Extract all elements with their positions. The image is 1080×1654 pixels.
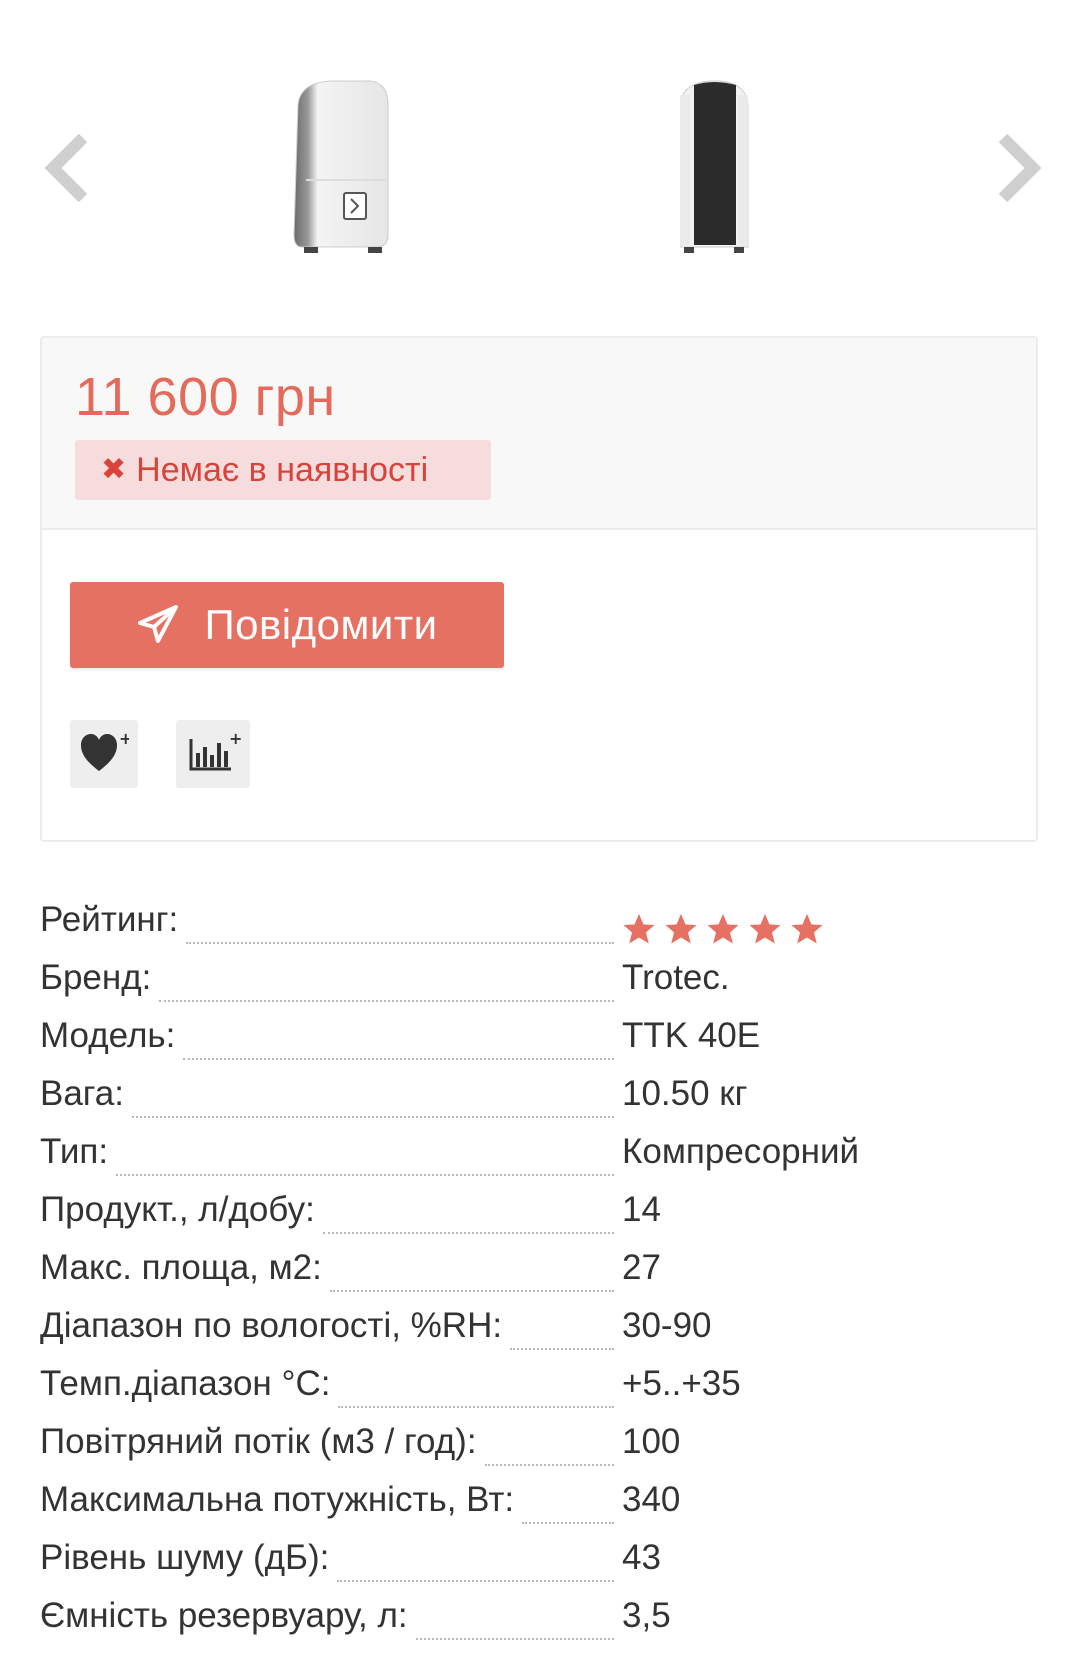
spec-value: Компресорний xyxy=(622,1132,860,1171)
spec-row: Темп.діапазон °С: +5..+35 xyxy=(40,1364,1040,1422)
spec-leader-dots xyxy=(186,942,614,944)
chevron-left-icon xyxy=(44,133,88,203)
dehumidifier-side-image xyxy=(679,80,749,253)
spec-row: Модель: TTK 40E xyxy=(40,1016,1040,1074)
spec-row: Рейтинг: xyxy=(40,900,1040,958)
spec-leader-dots xyxy=(322,1232,614,1234)
spec-label: Вага: xyxy=(40,1074,124,1113)
spec-leader-dots xyxy=(484,1464,614,1466)
spec-value: 30-90 xyxy=(622,1306,712,1345)
product-price: 11 600 грн xyxy=(75,367,336,427)
star-icon xyxy=(707,914,739,944)
star-icon xyxy=(665,914,697,944)
spec-value: 100 xyxy=(622,1422,681,1461)
spec-value: Trotec. xyxy=(622,958,730,997)
spec-value: +5..+35 xyxy=(622,1364,741,1403)
spec-label: Діапазон по вологості, %RH: xyxy=(40,1306,503,1345)
add-to-compare-button[interactable]: + xyxy=(176,720,250,788)
spec-label: Максимальна потужність, Вт: xyxy=(40,1480,515,1519)
spec-value: 43 xyxy=(622,1538,661,1577)
product-thumbnail-front[interactable] xyxy=(280,75,420,275)
spec-row: Продукт., л/добу: 14 xyxy=(40,1190,1040,1248)
svg-text:+: + xyxy=(229,731,241,748)
spec-leader-dots xyxy=(415,1638,614,1640)
spec-value: 340 xyxy=(622,1480,681,1519)
stock-status-badge: ✖ Немає в наявності xyxy=(75,440,491,500)
spec-label: Рівень шуму (дБ): xyxy=(40,1538,330,1577)
chart-plus-icon: + xyxy=(189,731,241,771)
spec-leader-dots xyxy=(337,1580,614,1582)
star-icon xyxy=(623,914,655,944)
spec-value: 27 xyxy=(622,1248,661,1287)
stock-status-text: Немає в наявності xyxy=(136,450,429,489)
spec-leader-dots xyxy=(183,1058,614,1060)
spec-leader-dots xyxy=(338,1406,614,1408)
spec-label: Тип: xyxy=(40,1132,109,1171)
price-section: 11 600 грн ✖ Немає в наявності xyxy=(42,338,1036,530)
spec-value: 3,5 xyxy=(622,1596,671,1635)
star-icon xyxy=(791,914,823,944)
dehumidifier-front-image xyxy=(293,80,389,253)
purchase-panel: 11 600 грн ✖ Немає в наявності Повідомит… xyxy=(40,336,1038,842)
spec-label: Темп.діапазон °С: xyxy=(40,1364,331,1403)
product-thumbnail-side[interactable] xyxy=(679,75,820,275)
spec-row: Тип: Компресорний xyxy=(40,1132,1040,1190)
spec-label: Повітряний потік (м3 / год): xyxy=(40,1422,477,1461)
product-image-carousel xyxy=(0,0,1080,300)
spec-label: Бренд: xyxy=(40,958,152,997)
add-to-wishlist-button[interactable]: + xyxy=(70,720,138,788)
notify-button[interactable]: Повідомити xyxy=(70,582,504,668)
specifications-list: Рейтинг: Бренд: Trotec. Модель: TTK 40E Вага:… xyxy=(40,900,1040,1654)
x-icon: ✖ xyxy=(101,453,127,486)
spec-row: Ємність резервуару, л: 3,5 xyxy=(40,1596,1040,1654)
spec-row: Максимальна потужність, Вт: 340 xyxy=(40,1480,1040,1538)
spec-row: Макс. площа, м2: 27 xyxy=(40,1248,1040,1306)
chevron-right-icon xyxy=(998,133,1042,203)
spec-leader-dots xyxy=(159,1000,614,1002)
spec-leader-dots xyxy=(510,1348,614,1350)
spec-value: TTK 40E xyxy=(622,1016,761,1055)
spec-value: 10.50 кг xyxy=(622,1074,748,1113)
carousel-next-button[interactable] xyxy=(990,128,1046,208)
spec-leader-dots xyxy=(132,1116,614,1118)
spec-leader-dots xyxy=(329,1290,614,1292)
spec-leader-dots xyxy=(116,1174,614,1176)
spec-leader-dots xyxy=(522,1522,614,1524)
spec-label: Продукт., л/добу: xyxy=(40,1190,315,1229)
spec-row: Повітряний потік (м3 / год): 100 xyxy=(40,1422,1040,1480)
spec-row: Вага: 10.50 кг xyxy=(40,1074,1040,1132)
svg-text:+: + xyxy=(119,731,129,748)
spec-row: Бренд: Trotec. xyxy=(40,958,1040,1016)
spec-row: Діапазон по вологості, %RH: 30-90 xyxy=(40,1306,1040,1364)
notify-button-label: Повідомити xyxy=(204,601,438,648)
spec-label: Ємність резервуару, л: xyxy=(40,1596,408,1635)
spec-label: Модель: xyxy=(40,1016,176,1055)
paper-plane-icon xyxy=(138,605,179,643)
heart-plus-icon: + xyxy=(81,731,129,771)
spec-row: Рівень шуму (дБ): 43 xyxy=(40,1538,1040,1596)
rating-stars xyxy=(622,912,824,946)
spec-label: Макс. площа, м2: xyxy=(40,1248,322,1287)
spec-value: 14 xyxy=(622,1190,661,1229)
star-icon xyxy=(749,914,781,944)
carousel-prev-button[interactable] xyxy=(40,128,96,208)
spec-label: Рейтинг: xyxy=(40,900,179,939)
